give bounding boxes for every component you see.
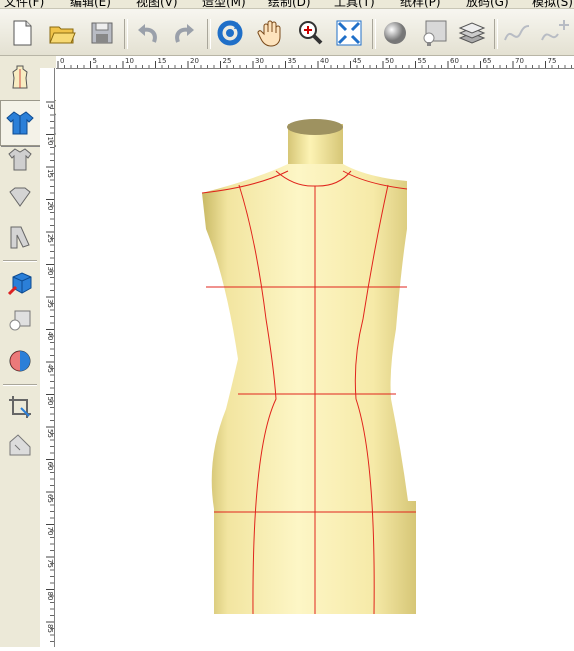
add-curve-icon[interactable] (538, 17, 570, 49)
ruler-top-label: 5 (93, 57, 97, 65)
collar-icon[interactable] (4, 182, 36, 212)
main-toolbar (0, 9, 574, 56)
undo-icon[interactable] (131, 17, 163, 49)
light-icon[interactable] (418, 17, 450, 49)
layers-icon[interactable] (456, 17, 488, 49)
ruler-top-label: 75 (548, 57, 557, 65)
menu-edit[interactable]: 编辑(E) (70, 0, 111, 8)
ruler-top-label: 60 (450, 57, 459, 65)
ruler-left-label: 15 (46, 169, 54, 178)
ruler-left-label: 50 (46, 397, 54, 406)
rotate-view-icon[interactable] (214, 17, 246, 49)
ruler-corner (40, 56, 56, 68)
pan-hand-icon[interactable] (254, 17, 286, 49)
measure-tool-icon[interactable] (4, 430, 36, 460)
ruler-left-label: 25 (46, 234, 54, 243)
half-tone-sphere-icon[interactable] (4, 346, 36, 376)
ruler-left-label: 85 (46, 624, 54, 633)
ruler-top-label: 20 (190, 57, 199, 65)
ruler-top-label: 65 (483, 57, 492, 65)
ruler-left-label: 10 (46, 137, 54, 146)
sphere-shading-icon[interactable] (379, 17, 411, 49)
ruler-left-label: 30 (46, 267, 54, 276)
menu-grading[interactable]: 放码(G) (466, 0, 509, 8)
neck-top (287, 119, 343, 135)
color-cube-icon[interactable] (4, 268, 36, 298)
menu-draw[interactable]: 绘制(D) (268, 0, 311, 8)
new-file-icon[interactable] (6, 17, 38, 49)
ruler-top-label: 45 (353, 57, 362, 65)
curve-icon[interactable] (501, 17, 533, 49)
ruler-top-label: 35 (288, 57, 297, 65)
design-canvas[interactable] (56, 69, 574, 647)
left-toolbar-separator (3, 260, 37, 262)
open-folder-icon[interactable] (46, 17, 78, 49)
mannequin-icon[interactable] (4, 62, 36, 92)
menu-view[interactable]: 视图(V) (136, 0, 178, 8)
ruler-vertical: 5 10 15 20 25 30 35 40 45 50 55 60 65 70 75 80 85 (40, 68, 55, 647)
lighting-icon[interactable] (4, 306, 36, 336)
ruler-left-label: 60 (46, 462, 54, 471)
ruler-top-label: 55 (418, 57, 427, 65)
shirt-blue-icon[interactable] (3, 105, 37, 141)
ruler-left-label: 5 (46, 104, 54, 108)
ruler-left-label: 80 (46, 592, 54, 601)
ruler-horizontal: 0 5 10 15 20 25 30 35 40 45 50 55 60 65 70 75 (56, 56, 574, 69)
save-icon[interactable] (86, 17, 118, 49)
crop-tool-icon[interactable] (4, 392, 36, 422)
toolbar-separator (207, 19, 211, 49)
sleeve-icon[interactable] (4, 222, 36, 252)
left-toolbar-separator (3, 384, 37, 386)
toolbar-separator (124, 19, 128, 49)
ruler-left-label: 45 (46, 364, 54, 373)
garment-front-icon[interactable] (4, 144, 36, 174)
menu-simulate[interactable]: 模拟(S) (532, 0, 573, 8)
ruler-left-label: 55 (46, 429, 54, 438)
ruler-left-label: 70 (46, 527, 54, 536)
ruler-left-label: 20 (46, 202, 54, 211)
menu-tools[interactable]: 工具(T) (334, 0, 375, 8)
ruler-top-label: 25 (223, 57, 232, 65)
ruler-top-label: 30 (255, 57, 264, 65)
ruler-top-label: 10 (125, 57, 134, 65)
ruler-top-label: 15 (158, 57, 167, 65)
zoom-icon[interactable] (294, 17, 326, 49)
ruler-left-label: 75 (46, 559, 54, 568)
ruler-top-label: 0 (60, 57, 64, 65)
menu-file[interactable]: 文件(F) (4, 0, 44, 8)
toolbar-separator (494, 19, 498, 49)
ruler-left-label: 35 (46, 299, 54, 308)
ruler-left-label: 65 (46, 494, 54, 503)
menu-model[interactable]: 造型(M) (202, 0, 246, 8)
ruler-top-label: 50 (385, 57, 394, 65)
toolbar-separator (372, 19, 376, 49)
menu-pattern[interactable]: 纸样(P) (400, 0, 441, 8)
fit-view-icon[interactable] (333, 17, 365, 49)
ruler-top-label: 70 (515, 57, 524, 65)
mannequin-torso (202, 164, 416, 614)
redo-icon[interactable] (169, 17, 201, 49)
menu-bar: 文件(F) 编辑(E) 视图(V) 造型(M) 绘制(D) 工具(T) 纸样(P… (0, 0, 574, 9)
ruler-top-label: 40 (320, 57, 329, 65)
mannequin-view (201, 119, 416, 615)
ruler-left-label: 40 (46, 332, 54, 341)
